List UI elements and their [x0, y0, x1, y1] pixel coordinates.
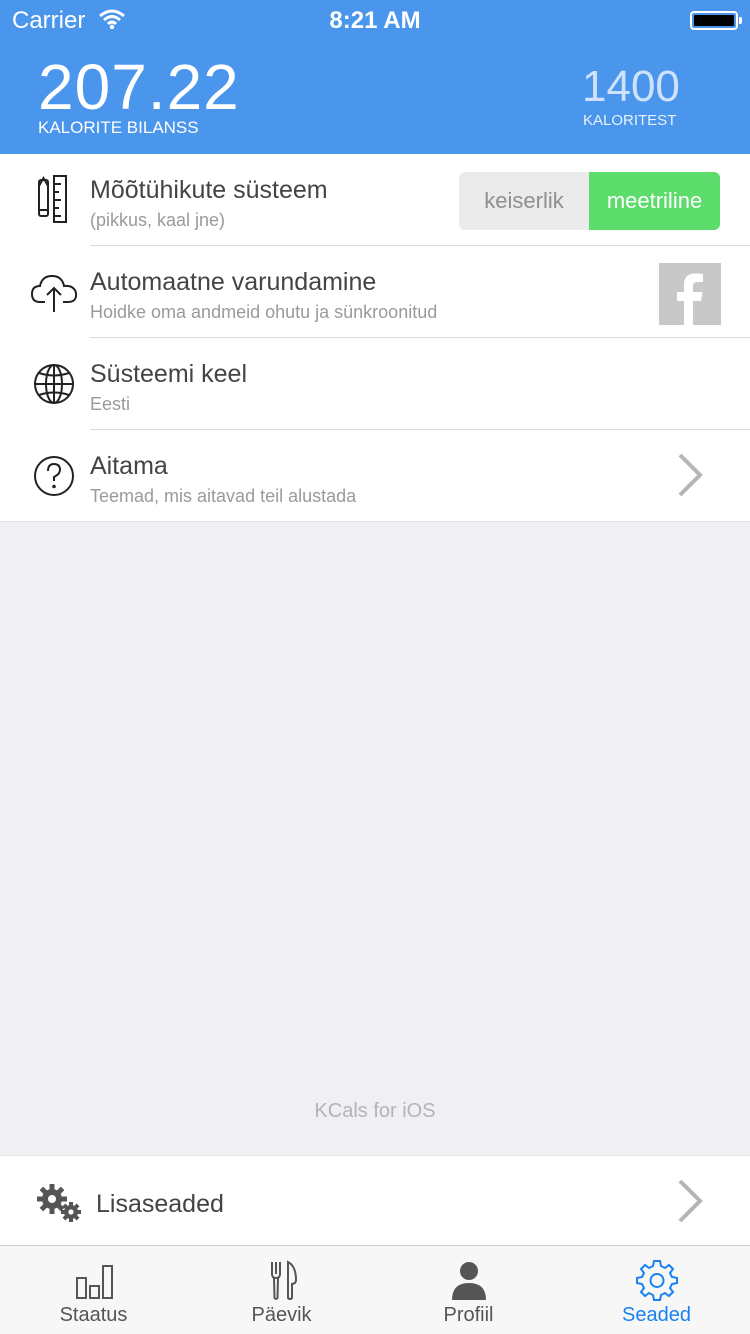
battery-icon [690, 11, 738, 30]
settings-row-help[interactable]: Aitama Teemad, mis aitavad teil alustada [0, 430, 750, 522]
gears-icon [37, 1184, 81, 1222]
chevron-right-icon [678, 453, 703, 497]
tab-label: Päevik [251, 1304, 312, 1326]
fork-knife-icon [271, 1260, 298, 1300]
chevron-right-icon [678, 1179, 703, 1223]
settings-row-title: Automaatne varundamine [90, 268, 377, 296]
status-bar: Carrier 8:21 AM [0, 0, 750, 40]
help-icon [34, 456, 74, 496]
tab-label: Staatus [59, 1304, 128, 1326]
settings-row-title: Aitama [90, 452, 168, 480]
settings-row-language[interactable]: Süsteemi keel Eesti [0, 338, 750, 430]
tab-label: Profiil [443, 1304, 494, 1326]
settings-row-backup[interactable]: Automaatne varundamine Hoidke oma andmei… [0, 246, 750, 338]
settings-row-subtitle: Teemad, mis aitavad teil alustada [90, 486, 357, 506]
settings-row-units: Mõõtühikute süsteem (pikkus, kaal jne) k… [0, 154, 750, 246]
app-footer-text: KCals for iOS [314, 1100, 436, 1122]
settings-row-subtitle: (pikkus, kaal jne) [90, 210, 226, 230]
extra-settings-row[interactable]: Lisaseaded [0, 1155, 750, 1245]
person-icon [452, 1262, 486, 1300]
battery-tip [739, 17, 742, 24]
globe-icon [34, 364, 74, 404]
settings-row-subtitle: Hoidke oma andmeid ohutu ja sünkroonitud [90, 302, 438, 322]
tab-staatus[interactable]: Staatus [0, 1246, 187, 1334]
settings-row-title: Mõõtühikute süsteem [90, 176, 328, 204]
units-option-imperial[interactable]: keiserlik [459, 172, 589, 230]
units-option-metric[interactable]: meetriline [589, 172, 720, 230]
calorie-goal-value: 1400 [582, 62, 680, 111]
settings-list: Mõõtühikute süsteem (pikkus, kaal jne) k… [0, 154, 750, 522]
facebook-button[interactable] [659, 263, 721, 325]
tab-label: Seaded [622, 1304, 691, 1326]
cloud-upload-icon [30, 274, 78, 312]
settings-row-subtitle: Eesti [90, 394, 131, 414]
tab-seaded[interactable]: Seaded [563, 1246, 750, 1334]
units-segmented-control: keiserlik meetriline [459, 172, 720, 230]
bar-chart-icon [76, 1265, 113, 1299]
calorie-goal-label: KALORITEST [583, 112, 677, 129]
extra-settings-label: Lisaseaded [96, 1190, 224, 1218]
header: Carrier 8:21 AM 207.22 KALORITE BILANSS … [0, 0, 750, 154]
gear-icon [636, 1260, 678, 1301]
facebook-icon [677, 273, 703, 325]
ruler-pencil-icon [38, 175, 67, 223]
tab-profiil[interactable]: Profiil [375, 1246, 562, 1334]
tab-paevik[interactable]: Päevik [188, 1246, 375, 1334]
calorie-balance-value: 207.22 [38, 51, 240, 123]
tab-bar: Staatus Päevik Profiil Seaded [0, 1245, 750, 1334]
calorie-balance-label: KALORITE BILANSS [38, 118, 199, 137]
settings-row-title: Süsteemi keel [90, 360, 248, 388]
clock: 8:21 AM [329, 7, 421, 34]
